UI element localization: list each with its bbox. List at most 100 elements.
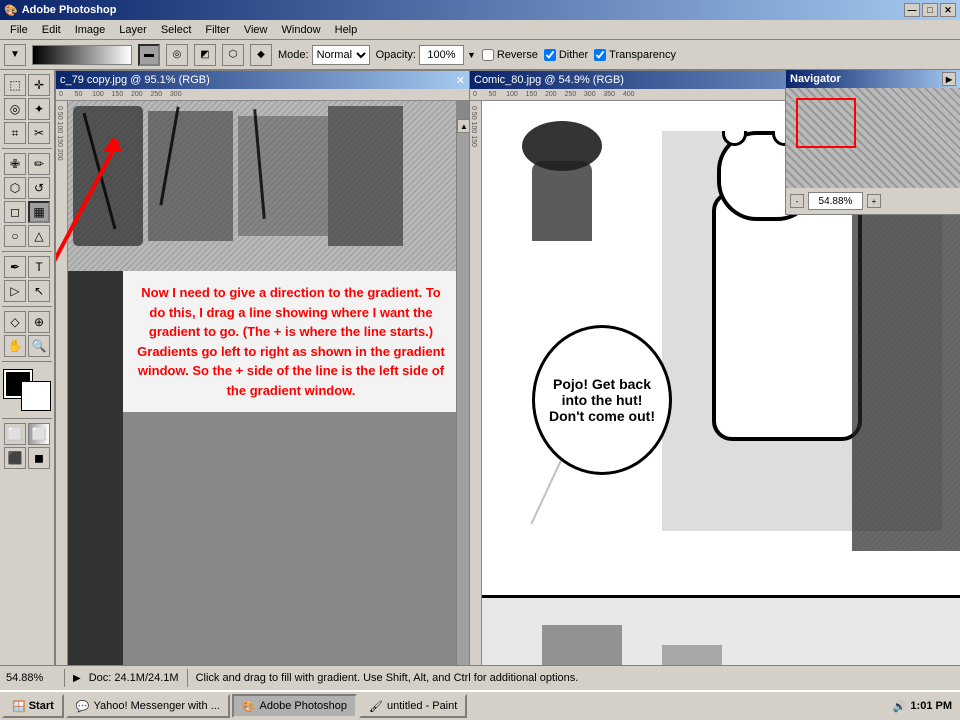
tool-row-12: ⬜ ⬜ [4,423,50,445]
color-picker[interactable] [4,370,50,410]
background-color[interactable] [22,382,50,410]
instruction-text: Now I need to give a direction to the gr… [135,283,447,400]
zoom-tool[interactable]: 🔍 [28,335,50,357]
doc-title-bar-1[interactable]: c_79 copy.jpg @ 95.1% (RGB) ✕ [56,71,469,89]
tool-row-9: ▷ ↖ [4,280,50,302]
gradient-reflected-button[interactable]: ⬡ [222,44,244,66]
instruction-text-area: Now I need to give a direction to the gr… [123,271,459,412]
doc-close-1[interactable]: ✕ [456,74,465,87]
ruler-v-1: 0 50 100 150 200 [56,101,68,665]
menu-image[interactable]: Image [69,22,112,38]
taskbar-yahoo[interactable]: 💬 Yahoo! Messenger with ... [66,694,230,718]
gradient-preset-button[interactable]: ▼ [4,44,26,66]
menu-view[interactable]: View [238,22,274,38]
tool-divider-2 [2,251,52,252]
navigator-controls[interactable]: ▶ [942,72,956,86]
healing-tool[interactable]: ✙ [4,153,26,175]
menu-select[interactable]: Select [155,22,198,38]
taskbar-paint[interactable]: 🖌 untitled - Paint [359,694,467,718]
magic-wand-tool[interactable]: ✦ [28,98,50,120]
hand-tool[interactable]: ✋ [4,335,26,357]
menu-layer[interactable]: Layer [113,22,153,38]
paint-label: untitled - Paint [387,700,457,712]
options-bar: ▼ ▬ ◎ ◩ ⬡ ◆ Mode: Normal Opacity: ▼ Reve… [0,40,960,70]
tool-row-8: ✒ T [4,256,50,278]
tool-row-13: ⬛ ◼ [4,447,50,469]
menu-help[interactable]: Help [329,22,364,38]
opacity-arrow-icon[interactable]: ▼ [467,50,476,60]
menu-edit[interactable]: Edit [36,22,67,38]
transparency-checkbox[interactable] [594,49,606,61]
minimize-button[interactable]: — [904,3,920,17]
text-tool[interactable]: T [28,256,50,278]
tool-row-11: ✋ 🔍 [4,335,50,357]
zoom-input[interactable] [808,192,863,210]
close-button[interactable]: ✕ [940,3,956,17]
navigator-expand[interactable]: ▶ [942,72,956,86]
title-bar-controls[interactable]: — □ ✕ [904,3,956,17]
dither-checkbox[interactable] [544,49,556,61]
mode-select[interactable]: Normal [312,45,370,65]
menu-filter[interactable]: Filter [199,22,235,38]
select-path-tool[interactable]: ↖ [28,280,50,302]
crop-tool[interactable]: ⌗ [4,122,26,144]
zoom-out-button[interactable]: - [790,194,804,208]
opacity-group: Opacity: ▼ [376,45,476,65]
char-hat [522,121,602,171]
dodge-tool[interactable]: ○ [4,225,26,247]
speech-bubble: Pojo! Get back into the hut! Don't come … [532,325,672,475]
navigator-viewport-box [796,98,856,148]
photoshop-label: Adobe Photoshop [260,700,347,712]
dither-label: Dither [559,49,588,61]
system-tray: 🔊 [893,700,907,713]
char-body [712,191,862,441]
opacity-input[interactable] [419,45,464,65]
menu-window[interactable]: Window [276,22,327,38]
gradient-tool[interactable]: ▦ [28,201,50,223]
pen-tool[interactable]: ✒ [4,256,26,278]
photoshop-icon: 🎨 [242,700,256,713]
tool-row-7: ○ △ [4,225,50,247]
tool-row-5: ⬡ ↺ [4,177,50,199]
brush-tool[interactable]: ✏ [28,153,50,175]
menu-bar: File Edit Image Layer Select Filter View… [0,20,960,40]
lasso-tool[interactable]: ◎ [4,98,26,120]
canvas-area: c_79 copy.jpg @ 95.1% (RGB) ✕ 0 50 100 1… [55,70,960,665]
reverse-checkbox[interactable] [482,49,494,61]
shape-tool[interactable]: ▷ [4,280,26,302]
status-divider-2 [187,669,188,687]
zoom-in-button[interactable]: + [867,194,881,208]
reverse-label: Reverse [497,49,538,61]
history-brush-tool[interactable]: ↺ [28,177,50,199]
start-label: Start [29,700,54,712]
quick-mask-on[interactable]: ⬜ [28,423,50,445]
gradient-radial-button[interactable]: ◎ [166,44,188,66]
notes-tool[interactable]: ◇ [4,311,26,333]
dither-group: Dither [544,49,588,61]
eraser-tool[interactable]: ◻ [4,201,26,223]
paint-icon: 🖌 [369,700,383,713]
start-button[interactable]: 🪟 Start [2,694,64,718]
ruler-v-2: 0 50 100 150 [470,101,482,665]
stamp-tool[interactable]: ⬡ [4,177,26,199]
move-tool[interactable]: ✛ [28,74,50,96]
gradient-preview[interactable] [32,45,132,65]
slice-tool[interactable]: ✂ [28,122,50,144]
status-arrow-icon[interactable]: ▶ [73,673,81,684]
screen-mode-standard[interactable]: ⬛ [4,447,26,469]
screen-mode-full[interactable]: ◼ [28,447,50,469]
gradient-angle-button[interactable]: ◩ [194,44,216,66]
bottom-figure-2 [662,645,722,665]
gradient-diamond-button[interactable]: ◆ [250,44,272,66]
quick-mask-off[interactable]: ⬜ [4,423,26,445]
figure-1 [73,106,143,246]
maximize-button[interactable]: □ [922,3,938,17]
doc-size-display: Doc: 24.1M/24.1M [89,672,179,684]
figure-3 [238,116,328,236]
blur-tool[interactable]: △ [28,225,50,247]
taskbar-photoshop[interactable]: 🎨 Adobe Photoshop [232,694,357,718]
menu-file[interactable]: File [4,22,34,38]
gradient-linear-button[interactable]: ▬ [138,44,160,66]
eyedropper-tool[interactable]: ⊕ [28,311,50,333]
marquee-tool[interactable]: ⬚ [4,74,26,96]
